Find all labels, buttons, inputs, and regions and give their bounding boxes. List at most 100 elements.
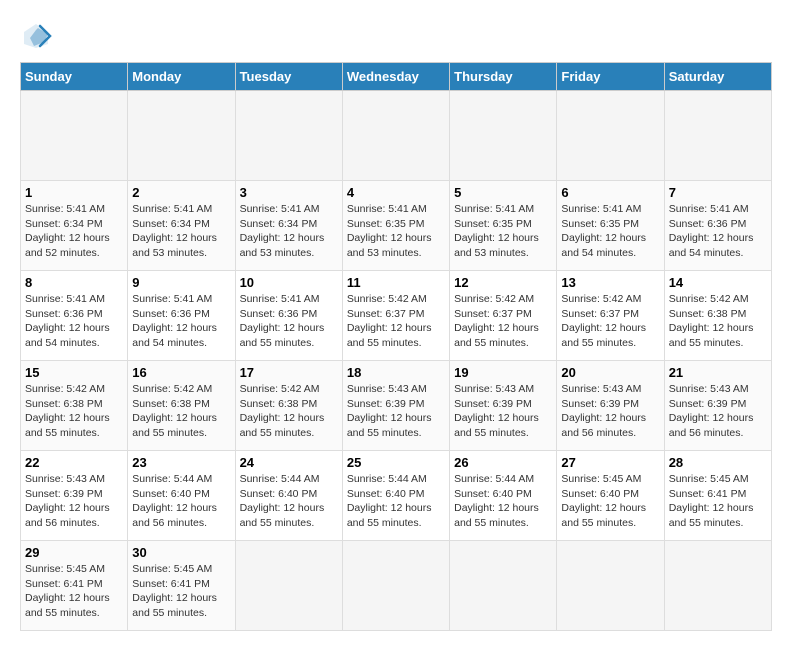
day-info: Sunrise: 5:44 AM Sunset: 6:40 PM Dayligh…	[347, 472, 445, 531]
day-number: 28	[669, 455, 767, 470]
calendar-cell: 16 Sunrise: 5:42 AM Sunset: 6:38 PM Dayl…	[128, 361, 235, 451]
calendar-cell	[557, 91, 664, 181]
calendar-cell: 7 Sunrise: 5:41 AM Sunset: 6:36 PM Dayli…	[664, 181, 771, 271]
day-number: 27	[561, 455, 659, 470]
calendar-cell: 5 Sunrise: 5:41 AM Sunset: 6:35 PM Dayli…	[450, 181, 557, 271]
day-number: 20	[561, 365, 659, 380]
calendar-day-header: Sunday	[21, 63, 128, 91]
day-info: Sunrise: 5:43 AM Sunset: 6:39 PM Dayligh…	[454, 382, 552, 441]
day-number: 16	[132, 365, 230, 380]
day-info: Sunrise: 5:42 AM Sunset: 6:38 PM Dayligh…	[669, 292, 767, 351]
calendar-cell: 20 Sunrise: 5:43 AM Sunset: 6:39 PM Dayl…	[557, 361, 664, 451]
day-number: 29	[25, 545, 123, 560]
calendar-cell	[342, 541, 449, 631]
calendar-cell: 8 Sunrise: 5:41 AM Sunset: 6:36 PM Dayli…	[21, 271, 128, 361]
day-info: Sunrise: 5:42 AM Sunset: 6:37 PM Dayligh…	[561, 292, 659, 351]
calendar-cell: 29 Sunrise: 5:45 AM Sunset: 6:41 PM Dayl…	[21, 541, 128, 631]
calendar-day-header: Wednesday	[342, 63, 449, 91]
calendar-cell	[235, 91, 342, 181]
day-number: 22	[25, 455, 123, 470]
day-info: Sunrise: 5:44 AM Sunset: 6:40 PM Dayligh…	[454, 472, 552, 531]
calendar-cell	[664, 541, 771, 631]
day-info: Sunrise: 5:41 AM Sunset: 6:36 PM Dayligh…	[132, 292, 230, 351]
calendar-cell	[450, 541, 557, 631]
calendar-cell: 21 Sunrise: 5:43 AM Sunset: 6:39 PM Dayl…	[664, 361, 771, 451]
calendar-cell	[128, 91, 235, 181]
day-info: Sunrise: 5:42 AM Sunset: 6:38 PM Dayligh…	[25, 382, 123, 441]
calendar-cell	[450, 91, 557, 181]
day-number: 21	[669, 365, 767, 380]
day-number: 7	[669, 185, 767, 200]
day-info: Sunrise: 5:41 AM Sunset: 6:35 PM Dayligh…	[561, 202, 659, 261]
day-info: Sunrise: 5:42 AM Sunset: 6:37 PM Dayligh…	[347, 292, 445, 351]
day-number: 23	[132, 455, 230, 470]
day-number: 15	[25, 365, 123, 380]
day-info: Sunrise: 5:42 AM Sunset: 6:38 PM Dayligh…	[132, 382, 230, 441]
day-number: 25	[347, 455, 445, 470]
calendar-cell: 19 Sunrise: 5:43 AM Sunset: 6:39 PM Dayl…	[450, 361, 557, 451]
calendar-cell: 13 Sunrise: 5:42 AM Sunset: 6:37 PM Dayl…	[557, 271, 664, 361]
day-number: 18	[347, 365, 445, 380]
calendar-cell: 11 Sunrise: 5:42 AM Sunset: 6:37 PM Dayl…	[342, 271, 449, 361]
day-number: 26	[454, 455, 552, 470]
calendar-cell: 9 Sunrise: 5:41 AM Sunset: 6:36 PM Dayli…	[128, 271, 235, 361]
calendar-week-row: 1 Sunrise: 5:41 AM Sunset: 6:34 PM Dayli…	[21, 181, 772, 271]
calendar-week-row: 22 Sunrise: 5:43 AM Sunset: 6:39 PM Dayl…	[21, 451, 772, 541]
day-number: 24	[240, 455, 338, 470]
calendar-cell	[235, 541, 342, 631]
day-info: Sunrise: 5:43 AM Sunset: 6:39 PM Dayligh…	[347, 382, 445, 441]
day-number: 30	[132, 545, 230, 560]
day-info: Sunrise: 5:43 AM Sunset: 6:39 PM Dayligh…	[669, 382, 767, 441]
day-number: 13	[561, 275, 659, 290]
day-info: Sunrise: 5:44 AM Sunset: 6:40 PM Dayligh…	[240, 472, 338, 531]
day-info: Sunrise: 5:43 AM Sunset: 6:39 PM Dayligh…	[25, 472, 123, 531]
calendar-day-header: Saturday	[664, 63, 771, 91]
calendar-cell	[664, 91, 771, 181]
calendar-cell: 25 Sunrise: 5:44 AM Sunset: 6:40 PM Dayl…	[342, 451, 449, 541]
day-number: 10	[240, 275, 338, 290]
day-number: 9	[132, 275, 230, 290]
day-number: 1	[25, 185, 123, 200]
calendar-cell: 3 Sunrise: 5:41 AM Sunset: 6:34 PM Dayli…	[235, 181, 342, 271]
calendar-cell: 2 Sunrise: 5:41 AM Sunset: 6:34 PM Dayli…	[128, 181, 235, 271]
calendar-week-row: 8 Sunrise: 5:41 AM Sunset: 6:36 PM Dayli…	[21, 271, 772, 361]
logo-icon	[20, 20, 52, 52]
calendar-cell: 10 Sunrise: 5:41 AM Sunset: 6:36 PM Dayl…	[235, 271, 342, 361]
day-number: 11	[347, 275, 445, 290]
calendar-day-header: Monday	[128, 63, 235, 91]
calendar-cell: 17 Sunrise: 5:42 AM Sunset: 6:38 PM Dayl…	[235, 361, 342, 451]
day-number: 3	[240, 185, 338, 200]
day-info: Sunrise: 5:41 AM Sunset: 6:36 PM Dayligh…	[240, 292, 338, 351]
calendar-cell: 18 Sunrise: 5:43 AM Sunset: 6:39 PM Dayl…	[342, 361, 449, 451]
day-info: Sunrise: 5:43 AM Sunset: 6:39 PM Dayligh…	[561, 382, 659, 441]
calendar-cell: 12 Sunrise: 5:42 AM Sunset: 6:37 PM Dayl…	[450, 271, 557, 361]
calendar-cell: 24 Sunrise: 5:44 AM Sunset: 6:40 PM Dayl…	[235, 451, 342, 541]
calendar-day-header: Thursday	[450, 63, 557, 91]
calendar-week-row	[21, 91, 772, 181]
calendar-cell: 27 Sunrise: 5:45 AM Sunset: 6:40 PM Dayl…	[557, 451, 664, 541]
day-number: 17	[240, 365, 338, 380]
calendar-cell: 1 Sunrise: 5:41 AM Sunset: 6:34 PM Dayli…	[21, 181, 128, 271]
day-number: 12	[454, 275, 552, 290]
day-info: Sunrise: 5:44 AM Sunset: 6:40 PM Dayligh…	[132, 472, 230, 531]
day-number: 4	[347, 185, 445, 200]
day-info: Sunrise: 5:41 AM Sunset: 6:35 PM Dayligh…	[454, 202, 552, 261]
day-number: 6	[561, 185, 659, 200]
day-number: 8	[25, 275, 123, 290]
day-info: Sunrise: 5:42 AM Sunset: 6:38 PM Dayligh…	[240, 382, 338, 441]
calendar-cell: 26 Sunrise: 5:44 AM Sunset: 6:40 PM Dayl…	[450, 451, 557, 541]
calendar-cell	[21, 91, 128, 181]
calendar-week-row: 29 Sunrise: 5:45 AM Sunset: 6:41 PM Dayl…	[21, 541, 772, 631]
calendar-cell	[342, 91, 449, 181]
day-info: Sunrise: 5:41 AM Sunset: 6:34 PM Dayligh…	[25, 202, 123, 261]
calendar-week-row: 15 Sunrise: 5:42 AM Sunset: 6:38 PM Dayl…	[21, 361, 772, 451]
calendar-cell: 22 Sunrise: 5:43 AM Sunset: 6:39 PM Dayl…	[21, 451, 128, 541]
calendar-cell: 14 Sunrise: 5:42 AM Sunset: 6:38 PM Dayl…	[664, 271, 771, 361]
day-info: Sunrise: 5:41 AM Sunset: 6:34 PM Dayligh…	[132, 202, 230, 261]
day-number: 14	[669, 275, 767, 290]
day-info: Sunrise: 5:41 AM Sunset: 6:36 PM Dayligh…	[25, 292, 123, 351]
calendar-cell: 15 Sunrise: 5:42 AM Sunset: 6:38 PM Dayl…	[21, 361, 128, 451]
calendar-cell: 4 Sunrise: 5:41 AM Sunset: 6:35 PM Dayli…	[342, 181, 449, 271]
day-info: Sunrise: 5:42 AM Sunset: 6:37 PM Dayligh…	[454, 292, 552, 351]
day-info: Sunrise: 5:45 AM Sunset: 6:40 PM Dayligh…	[561, 472, 659, 531]
